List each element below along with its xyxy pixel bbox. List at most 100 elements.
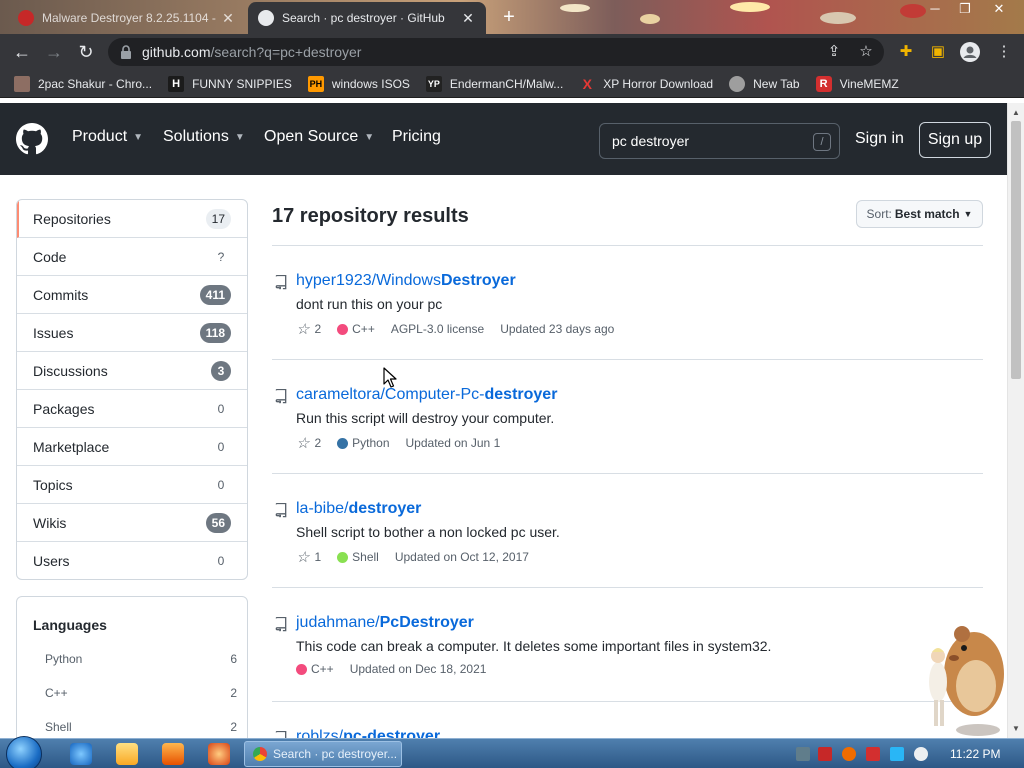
media-player-icon[interactable] xyxy=(162,743,184,765)
start-button-orb[interactable] xyxy=(6,736,42,768)
reload-icon[interactable]: ↻ xyxy=(74,40,98,64)
filter-issues[interactable]: Issues 118 xyxy=(17,314,247,352)
repo-language: C++ xyxy=(337,322,375,336)
filter-count: 118 xyxy=(199,322,231,343)
language-color-dot-icon xyxy=(337,437,349,449)
filter-users[interactable]: Users 0 xyxy=(17,542,247,579)
wallpaper-fleck xyxy=(730,2,770,12)
sign-up-button[interactable]: Sign up xyxy=(919,122,991,158)
filter-commits[interactable]: Commits 411 xyxy=(17,276,247,314)
repo-stars[interactable]: ☆ 1 xyxy=(296,548,321,566)
repo-icon xyxy=(275,389,287,404)
filter-wikis[interactable]: Wikis 56 xyxy=(17,504,247,542)
scrollbar-thumb[interactable] xyxy=(1011,121,1021,379)
nav-open-source[interactable]: Open Source ▼ xyxy=(264,128,374,146)
share-icon[interactable]: ⇪ xyxy=(824,42,844,62)
page-scrollbar[interactable]: ▲ ▼ xyxy=(1007,103,1024,739)
tab-malware-destroyer[interactable]: Malware Destroyer 8.2.25.1104 - ✕ xyxy=(8,2,246,34)
kebab-menu-icon[interactable]: ⋮ xyxy=(994,42,1014,62)
forward-arrow-icon[interactable]: → xyxy=(42,40,66,64)
search-input[interactable] xyxy=(612,133,802,149)
chrome-icon xyxy=(253,747,267,761)
github-header: Product ▼ Solutions ▼ Open Source ▼ Pricing… xyxy=(0,103,1007,175)
tray-volume-icon[interactable] xyxy=(914,747,928,761)
repo-name-plain: Computer-Pc- xyxy=(384,386,485,403)
bookmark-endermanch[interactable]: YP EndermanCH/Malw... xyxy=(425,75,563,92)
bookmark-windows-isos[interactable]: PH windows ISOS xyxy=(307,75,410,92)
restore-icon[interactable]: ❐ xyxy=(950,0,980,18)
star-count: 2 xyxy=(314,322,322,336)
scroll-up-arrow-icon[interactable]: ▲ xyxy=(1008,105,1024,121)
close-icon[interactable]: ✕ xyxy=(220,10,236,27)
filter-marketplace[interactable]: Marketplace 0 xyxy=(17,428,247,466)
bookmark-label: XP Horror Download xyxy=(603,76,714,91)
address-bar[interactable]: github.com /search?q=pc+destroyer xyxy=(108,38,884,66)
filter-label: Marketplace xyxy=(33,438,110,455)
repo-language: Shell xyxy=(337,550,379,564)
side-panel-icon[interactable]: ▣ xyxy=(928,42,948,62)
nav-solutions[interactable]: Solutions ▼ xyxy=(163,128,245,146)
github-logo-icon[interactable] xyxy=(16,123,48,155)
language-cpp[interactable]: C++ 2 xyxy=(45,686,237,700)
hamster-sticker-image xyxy=(929,626,1004,736)
language-python[interactable]: Python 6 xyxy=(45,652,237,666)
url-path: /search?q=pc+destroyer xyxy=(210,44,362,60)
repo-description: Shell script to bother a non locked pc u… xyxy=(296,524,560,540)
repo-name-link[interactable]: la-bibe/destroyer xyxy=(296,500,421,518)
internet-explorer-icon[interactable] xyxy=(70,743,92,765)
scroll-down-arrow-icon[interactable]: ▼ xyxy=(1008,721,1024,737)
tab-github-search[interactable]: Search · pc destroyer · GitHub ✕ xyxy=(248,2,486,34)
taskbar-chrome-window[interactable]: Search · pc destroyer... xyxy=(244,741,402,767)
x-logo-icon: X xyxy=(582,75,592,92)
app-pinned-icon[interactable] xyxy=(208,743,230,765)
language-shell[interactable]: Shell 2 xyxy=(45,720,237,734)
close-icon[interactable]: ✕ xyxy=(460,10,476,27)
filter-repositories[interactable]: Repositories 17 xyxy=(17,200,247,238)
tray-search-icon[interactable] xyxy=(842,747,856,761)
extensions-puzzle-icon[interactable]: ✚ xyxy=(896,42,916,62)
tray-flag-icon[interactable] xyxy=(866,747,880,761)
repo-name-link[interactable]: carameltora/Computer-Pc-destroyer xyxy=(296,386,557,404)
filter-label: Repositories xyxy=(33,210,111,227)
bookmark-2pac[interactable]: 2pac Shakur - Chro... xyxy=(14,75,152,92)
profile-avatar-icon[interactable] xyxy=(960,42,980,62)
language-count: 2 xyxy=(230,720,237,734)
tray-display-icon[interactable] xyxy=(890,747,904,761)
tray-network-icon[interactable] xyxy=(796,747,810,761)
repo-name-link[interactable]: hyper1923/WindowsDestroyer xyxy=(296,272,516,290)
repo-name-plain: Windows xyxy=(376,272,441,289)
filter-code[interactable]: Code? xyxy=(17,238,247,276)
repo-result: roblzs/pc-destroyer xyxy=(272,702,983,738)
file-explorer-icon[interactable] xyxy=(116,743,138,765)
bookmark-xp-horror[interactable]: X XP Horror Download xyxy=(579,75,714,92)
language-name: Shell xyxy=(45,720,72,734)
minimize-icon[interactable]: ─ xyxy=(920,0,950,18)
repo-description: Run this script will destroy your comput… xyxy=(296,410,555,426)
bookmark-new-tab[interactable]: New Tab xyxy=(729,75,800,92)
filter-packages[interactable]: Packages 0 xyxy=(17,390,247,428)
bookmark-star-icon[interactable]: ☆ xyxy=(856,42,876,62)
star-icon: ☆ xyxy=(296,435,310,452)
bookmark-vinememz[interactable]: R VineMEMZ xyxy=(815,75,899,92)
new-tab-button[interactable]: + xyxy=(498,6,520,28)
repo-name-link[interactable]: roblzs/pc-destroyer xyxy=(296,728,440,738)
star-count: 1 xyxy=(314,550,322,564)
sign-in-link[interactable]: Sign in xyxy=(855,130,904,148)
filter-label: Topics xyxy=(33,476,73,493)
repo-name-highlight: PcDestroyer xyxy=(379,614,474,631)
sort-dropdown-button[interactable]: Sort: Best match ▼ xyxy=(856,200,983,228)
nav-pricing[interactable]: Pricing xyxy=(392,128,441,146)
repo-owner: roblzs/ xyxy=(296,728,344,738)
tray-antivirus-icon[interactable] xyxy=(818,747,832,761)
repo-name-link[interactable]: judahmane/PcDestroyer xyxy=(296,614,474,632)
nav-product[interactable]: Product ▼ xyxy=(72,128,143,146)
back-arrow-icon[interactable]: ← xyxy=(10,40,34,64)
filter-topics[interactable]: Topics 0 xyxy=(17,466,247,504)
repo-stars[interactable]: ☆ 2 xyxy=(296,434,321,452)
filter-discussions[interactable]: Discussions 3 xyxy=(17,352,247,390)
bookmark-funny-snippies[interactable]: H FUNNY SNIPPIES xyxy=(168,75,292,92)
repo-stars[interactable]: ☆ 2 xyxy=(296,320,321,338)
search-box[interactable]: / xyxy=(599,123,840,159)
language-name: Shell xyxy=(352,550,379,564)
window-close-icon[interactable]: ✕ xyxy=(984,0,1014,18)
